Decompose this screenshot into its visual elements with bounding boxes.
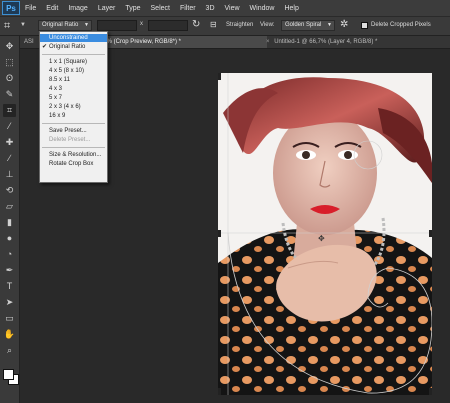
dropdown-item-save-preset[interactable]: Save Preset... <box>40 127 107 135</box>
path-select-icon[interactable]: ➤ <box>3 296 16 309</box>
delete-cropped-label: Delete Cropped Pixels <box>371 22 431 28</box>
menu-layer[interactable]: Layer <box>93 5 121 12</box>
menu-select[interactable]: Select <box>146 5 175 12</box>
quick-select-icon[interactable]: ✎ <box>3 88 16 101</box>
crop-icon[interactable]: ⌗ <box>3 104 16 117</box>
menu-edit[interactable]: Edit <box>41 5 63 12</box>
type-icon[interactable]: T <box>3 280 16 293</box>
tools-panel: ✥ ⬚ ʘ ✎ ⌗ ⁄ ✚ ∕ ⊥ ⟲ ▱ ▮ ● ◔ ✒ T ➤ ▭ ✋ ⌕ <box>0 36 20 403</box>
svg-text:✥: ✥ <box>318 234 325 243</box>
close-icon[interactable]: × <box>266 39 270 45</box>
tab-document-3[interactable]: × Untitled-1 @ 66,7% (Layer 4, RGB/8) * <box>262 36 450 48</box>
hand-icon[interactable]: ✋ <box>3 328 16 341</box>
dropdown-item-delete-preset: Delete Preset... <box>49 137 91 143</box>
dropdown-item-label: Original Ratio <box>49 44 86 50</box>
crop-handle[interactable] <box>218 73 221 80</box>
dropdown-item-size-resolution[interactable]: Size & Resolution... <box>40 151 107 159</box>
menu-window[interactable]: Window <box>245 5 280 12</box>
menu-filter[interactable]: Filter <box>175 5 201 12</box>
dropdown-item-rotate-crop-box[interactable]: Rotate Crop Box <box>40 160 107 168</box>
dodge-icon[interactable]: ◔ <box>3 248 16 261</box>
menu-image[interactable]: Image <box>63 5 92 12</box>
dropdown-item-unconstrained[interactable]: Unconstrained <box>40 34 107 42</box>
menu-file[interactable]: File <box>20 5 41 12</box>
crop-ratio-dropdown: Unconstrained ✔ Original Ratio 1 x 1 (Sq… <box>39 31 108 183</box>
dropdown-item-4x3[interactable]: 4 x 3 <box>40 85 107 93</box>
chevron-down-icon: ▼ <box>84 22 89 28</box>
dropdown-item-original-ratio[interactable]: ✔ Original Ratio <box>40 43 107 51</box>
tab-label: Untitled-1 @ 66,7% (Layer 4, RGB/8) * <box>274 39 378 45</box>
view-label: View: <box>260 22 275 28</box>
dropdown-item-8-5x11[interactable]: 8.5 x 11 <box>40 76 107 84</box>
straighten-button[interactable]: Straighten <box>226 22 253 28</box>
marquee-icon[interactable]: ⬚ <box>3 56 16 69</box>
checkmark-icon: ✔ <box>42 44 48 50</box>
straighten-icon[interactable]: ⊟ <box>210 20 217 29</box>
width-field[interactable] <box>97 20 137 31</box>
document-image[interactable]: ✥ <box>218 73 432 395</box>
crop-handle[interactable] <box>218 230 221 237</box>
stamp-icon[interactable]: ⊥ <box>3 168 16 181</box>
menu-type[interactable]: Type <box>120 5 145 12</box>
zoom-icon[interactable]: ⌕ <box>3 344 16 357</box>
dropdown-item-1x1[interactable]: 1 x 1 (Square) <box>40 58 107 66</box>
photoshop-logo: Ps <box>2 1 20 15</box>
dropdown-item-5x7[interactable]: 5 x 7 <box>40 94 107 102</box>
crop-ratio-value: Original Ratio <box>42 22 79 28</box>
menu-bar: Ps File Edit Image Layer Type Select Fil… <box>0 0 450 17</box>
history-brush-icon[interactable]: ⟲ <box>3 184 16 197</box>
swap-dimensions-label[interactable]: x <box>140 21 143 27</box>
pen-icon[interactable]: ✒ <box>3 264 16 277</box>
portrait-illustration: ✥ <box>218 73 432 395</box>
menu-view[interactable]: View <box>220 5 245 12</box>
blur-icon[interactable]: ● <box>3 232 16 245</box>
move-icon[interactable]: ✥ <box>3 40 16 53</box>
brush-icon[interactable]: ∕ <box>3 152 16 165</box>
shape-icon[interactable]: ▭ <box>3 312 16 325</box>
eyedropper-icon[interactable]: ⁄ <box>3 120 16 133</box>
healing-icon[interactable]: ✚ <box>3 136 16 149</box>
lasso-icon[interactable]: ʘ <box>3 72 16 85</box>
dropdown-separator <box>42 54 105 55</box>
dropdown-item-4x5[interactable]: 4 x 5 (8 x 10) <box>40 67 107 75</box>
chevron-down-icon: ▼ <box>327 22 332 28</box>
dropdown-separator <box>42 123 105 124</box>
crop-tool-preset-icon[interactable]: ⌗ <box>4 20 18 32</box>
delete-cropped-checkbox[interactable] <box>361 22 368 29</box>
dropdown-separator <box>42 147 105 148</box>
height-field[interactable] <box>148 20 188 31</box>
crop-ratio-select[interactable]: Original Ratio ▼ <box>38 20 92 31</box>
overlay-view-select[interactable]: Golden Spiral ▼ <box>281 20 335 31</box>
dropdown-item-2x3[interactable]: 2 x 3 (4 x 6) <box>40 103 107 111</box>
tab-label: ASI <box>24 39 34 45</box>
chevron-down-icon[interactable]: ▼ <box>20 22 26 28</box>
dropdown-item-16x9[interactable]: 16 x 9 <box>40 112 107 120</box>
crop-handle[interactable] <box>429 230 432 237</box>
rotate-icon[interactable]: ↻ <box>192 19 200 30</box>
gradient-icon[interactable]: ▮ <box>3 216 16 229</box>
gear-icon[interactable]: ✲ <box>340 19 348 30</box>
menu-3d[interactable]: 3D <box>201 5 220 12</box>
overlay-view-value: Golden Spiral <box>285 22 322 28</box>
foreground-color-swatch[interactable] <box>3 369 14 380</box>
eraser-icon[interactable]: ▱ <box>3 200 16 213</box>
crop-handle[interactable] <box>429 388 432 395</box>
crop-handle[interactable] <box>218 388 221 395</box>
menu-help[interactable]: Help <box>279 5 303 12</box>
